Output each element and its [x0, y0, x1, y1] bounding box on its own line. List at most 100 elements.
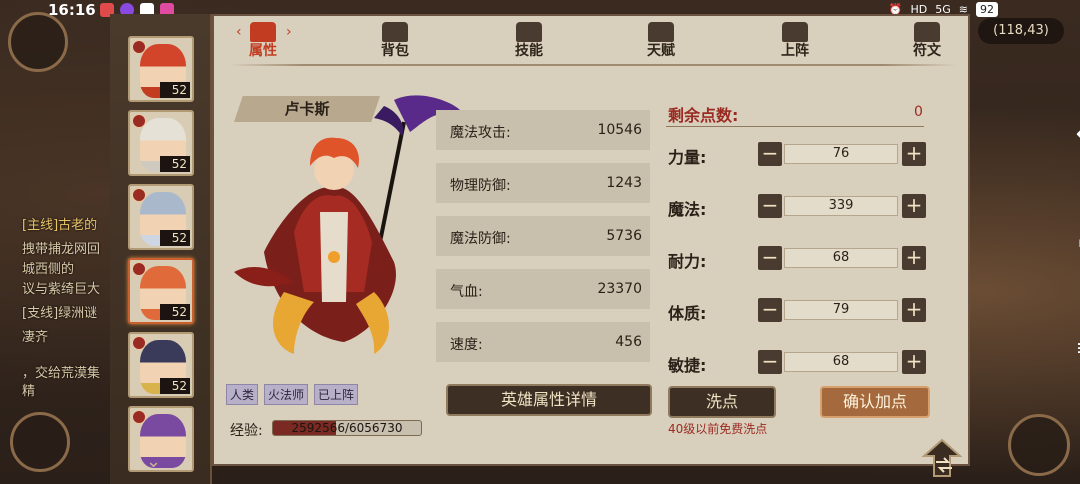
hero-card[interactable]: 52 — [128, 36, 194, 102]
hero-tag: 火法师 — [264, 384, 309, 405]
stat-label: 气血: — [450, 284, 483, 300]
active-tab-left-marker: ‹ — [236, 24, 242, 40]
divider — [230, 64, 956, 66]
tab-book[interactable]: 技能 — [494, 22, 564, 62]
attribute-value: 68 — [784, 352, 898, 372]
stat-value: 10546 — [597, 122, 642, 138]
attribute-label: 耐力: — [668, 252, 707, 271]
chat-line: 城西侧的 — [22, 262, 75, 277]
exp-label: 经验: — [230, 423, 263, 439]
stat-row: 速度: 456 — [436, 322, 650, 362]
swap-icon[interactable] — [920, 436, 970, 482]
hero-level: 52 — [160, 304, 190, 320]
home-icon[interactable]: ⌂ — [1072, 228, 1080, 254]
remaining-points-value: 0 — [914, 104, 923, 120]
minimap-portrait[interactable] — [8, 12, 68, 72]
increase-button[interactable]: + — [902, 142, 926, 166]
stat-value: 5736 — [606, 228, 642, 244]
tab-swords[interactable]: 上阵 — [760, 22, 830, 62]
swords-icon — [782, 22, 808, 42]
eye-icon — [648, 22, 674, 42]
class-badge-icon — [132, 40, 146, 54]
decrease-button[interactable]: − — [758, 246, 782, 270]
class-badge-icon — [132, 336, 146, 350]
allocation-row: 魔法: −339 + — [666, 192, 928, 222]
stat-label: 物理防御: — [450, 178, 511, 194]
clock: 16:16 — [48, 1, 96, 19]
decrease-button[interactable]: − — [758, 350, 782, 374]
increase-button[interactable]: + — [902, 350, 926, 374]
bottom-left-skill-button[interactable] — [10, 412, 70, 472]
attribute-label: 魔法: — [668, 200, 707, 219]
stat-row: 气血: 23370 — [436, 269, 650, 309]
active-tab-right-marker: › — [286, 24, 292, 40]
tab-bag[interactable]: 背包 — [360, 22, 430, 62]
increase-button[interactable]: + — [902, 194, 926, 218]
tab-label: 属性 — [249, 43, 277, 59]
tab-label: 技能 — [515, 43, 543, 59]
attribute-label: 体质: — [668, 304, 707, 323]
bag-icon — [382, 22, 408, 42]
stat-label: 魔法攻击: — [450, 125, 511, 141]
exp-text: 2592566/6056730 — [291, 421, 403, 435]
chat-line: 拽带捕龙网回 — [22, 242, 101, 257]
hero-card[interactable]: 52 — [128, 184, 194, 250]
attribute-value: 68 — [784, 248, 898, 268]
hero-level: 52 — [160, 378, 190, 394]
stat-value: 456 — [615, 334, 642, 350]
stat-value: 1243 — [606, 175, 642, 191]
decrease-button[interactable]: − — [758, 142, 782, 166]
increase-button[interactable]: + — [902, 246, 926, 270]
tab-rune[interactable]: 符文 — [892, 22, 962, 62]
hero-details-button[interactable]: 英雄属性详情 — [446, 384, 652, 416]
stat-row: 魔法防御: 5736 — [436, 216, 650, 256]
hero-tag: 已上阵 — [314, 384, 359, 405]
back-icon[interactable]: ↩ — [1072, 122, 1080, 148]
decrease-button[interactable]: − — [758, 194, 782, 218]
rune-icon — [914, 22, 940, 42]
chat-line: [支线]绿洲谜 — [22, 306, 98, 321]
hero-tags: 人类 火法师 已上阵 — [226, 384, 359, 405]
attribute-value: 76 — [784, 144, 898, 164]
stat-row: 物理防御: 1243 — [436, 163, 650, 203]
tab-eye[interactable]: 天赋 — [626, 22, 696, 62]
stat-row: 魔法攻击: 10546 — [436, 110, 650, 150]
divider — [666, 126, 924, 127]
hero-level: 52 — [160, 82, 190, 98]
chat-line: 精 — [22, 384, 36, 399]
flame-icon — [250, 22, 276, 42]
hero-card[interactable]: 52 — [128, 258, 194, 324]
chat-line: ，交给荒漠集 — [22, 366, 101, 381]
hero-tag: 人类 — [226, 384, 259, 405]
tab-label: 天赋 — [647, 43, 675, 59]
hero-panel: 属性 背包 技能 天赋 上阵 符文 ‹ › 卢卡斯 人类 火法师 已上阵 经验: 2592566/… — [212, 14, 970, 466]
hero-card[interactable]: 52 — [128, 110, 194, 176]
tab-bar: 属性 背包 技能 天赋 上阵 符文 ‹ › — [214, 16, 968, 64]
increase-button[interactable]: + — [902, 298, 926, 322]
reset-points-button[interactable]: 洗点 — [668, 386, 776, 418]
tab-label: 符文 — [913, 43, 941, 59]
allocation-row: 体质: −79 + — [666, 296, 928, 326]
chat-line: 凄齐 — [22, 330, 49, 345]
battery-indicator: 92 — [976, 2, 998, 17]
chat-line: [主线]古老的 — [22, 218, 98, 233]
hero-card[interactable]: 52 — [128, 332, 194, 398]
attribute-value: 79 — [784, 300, 898, 320]
class-badge-icon — [132, 262, 146, 276]
decrease-button[interactable]: − — [758, 298, 782, 322]
reset-note: 40级以前免费洗点 — [668, 422, 768, 436]
remaining-points-label: 剩余点数: — [668, 106, 739, 125]
hero-roster: 52 52 52 52 52 ⌄ — [110, 14, 212, 484]
menu-icon[interactable]: ≡ — [1072, 336, 1080, 362]
chat-line: 议与紫绮巨大 — [22, 282, 101, 297]
stat-value: 23370 — [597, 281, 642, 297]
hero-illustration — [234, 95, 462, 354]
chevron-down-icon[interactable]: ⌄ — [146, 451, 161, 472]
attribute-label: 力量: — [668, 148, 707, 167]
attribute-value: 339 — [784, 196, 898, 216]
stat-label: 速度: — [450, 337, 483, 353]
confirm-allocation-button[interactable]: 确认加点 — [820, 386, 930, 418]
tab-label: 上阵 — [781, 43, 809, 59]
hero-level: 52 — [160, 156, 190, 172]
tab-label: 背包 — [381, 43, 409, 59]
